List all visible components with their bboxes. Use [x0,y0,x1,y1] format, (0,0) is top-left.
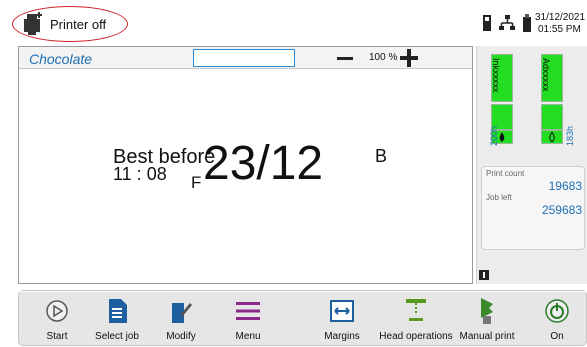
info-icon[interactable] [479,270,489,280]
printer-status-text: Printer off [50,17,107,32]
additive-drop [541,130,563,144]
select-job-label: Select job [95,331,139,342]
manual-print-label: Manual print [459,331,515,342]
counters-box: Print count 19683 Job left 259683 [481,166,585,250]
ink-drop-icon [499,132,505,142]
margins-button[interactable]: Margins [319,293,365,343]
modify-label: Modify [166,331,196,342]
additive-label: Adxxxxx [541,58,551,92]
clock: 31/12/2021 01:55 PM [535,12,587,36]
zoom-value: 100 % [369,52,398,63]
bottom-toolbar: Start Select job Modify Menu Margins Hea… [18,290,587,346]
on-label: On [550,331,564,342]
document-icon [109,299,127,323]
power-icon [545,299,569,323]
zoom-in-button[interactable] [400,49,418,67]
message-preview[interactable]: Best before 11 : 08 F 23/12 B [19,70,472,283]
modify-button[interactable]: Modify [159,293,203,343]
ink-hours: 200h [489,125,499,146]
menu-icon [236,302,260,320]
print-count-value: 19683 [548,179,582,193]
job-left-label: Job left [486,193,512,202]
message-date: 23/12 [203,137,324,190]
message-time: 11 : 08 [113,164,167,184]
printer-icon [24,12,42,35]
ink-cartridge-icon[interactable] [483,15,491,31]
on-button[interactable]: On [537,293,577,343]
manual-print-button[interactable]: Manual print [455,293,519,343]
clock-date: 31/12/2021 [535,12,586,23]
additive-tank-lower[interactable] [541,104,563,130]
job-name[interactable]: Chocolate [29,51,92,67]
menu-label: Menu [235,331,261,342]
job-field-input[interactable] [193,49,295,67]
usb-drive-icon[interactable] [523,14,531,32]
zoom-out-button[interactable] [337,57,353,60]
top-bar: Printer off 31/12/2021 01:55 PM [0,0,587,44]
head-icon [406,299,426,321]
edit-icon [172,303,192,323]
print-count-label: Print count [486,169,525,178]
margins-label: Margins [324,331,360,342]
network-icon[interactable] [499,15,515,31]
clock-time: 01:55 PM [538,24,581,35]
additive-hours: 183h [565,125,575,146]
play-icon [46,300,68,322]
consumables-panel: Inkxxxxx 200h Adxxxxx 183h Print count 1… [476,46,587,284]
select-job-button[interactable]: Select job [91,293,143,343]
manual-print-icon [481,298,493,324]
head-operations-label: Head operations [379,331,453,342]
job-panel: Chocolate 100 % Best before 11 : 08 F 23… [18,46,473,284]
job-left-value: 259683 [541,203,582,217]
job-header: Chocolate 100 % [19,47,472,69]
start-button[interactable]: Start [37,293,77,343]
additive-drop-icon [549,132,555,142]
printer-screen: Printer off 31/12/2021 01:55 PM Chocolat… [0,0,587,347]
start-label: Start [46,331,68,342]
message-f-marker: F [191,173,202,192]
message-b-marker: B [375,146,388,166]
head-operations-button[interactable]: Head operations [375,293,457,343]
ink-label: Inkxxxxx [491,58,501,93]
margins-icon [330,300,354,322]
menu-button[interactable]: Menu [226,293,270,343]
